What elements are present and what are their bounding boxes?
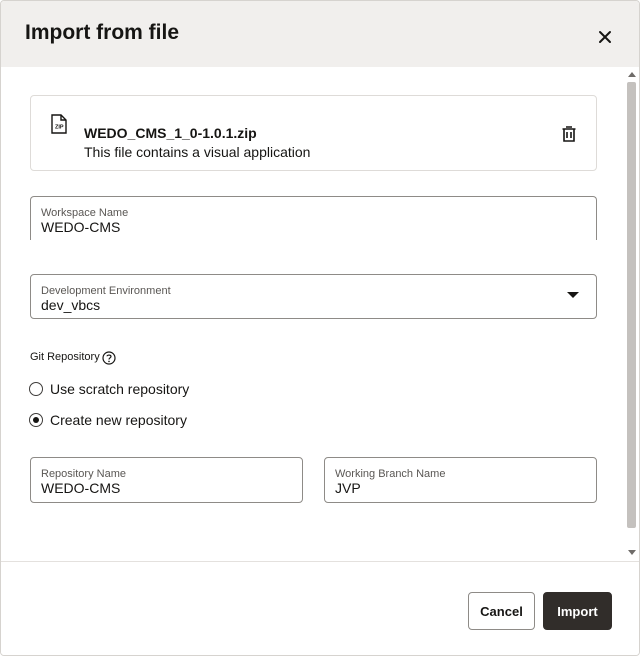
development-environment-select[interactable]: Development Environment dev_vbcs (30, 274, 597, 319)
close-button[interactable] (591, 23, 619, 51)
scroll-up-arrow[interactable] (628, 72, 636, 77)
git-repository-label: Git Repository (30, 351, 100, 363)
repository-name-input[interactable]: WEDO-CMS (41, 480, 120, 496)
workspace-name-field[interactable]: Workspace Name WEDO-CMS (30, 196, 597, 240)
file-description: This file contains a visual application (84, 144, 311, 160)
dialog-header: Import from file (1, 1, 639, 67)
radio-button-selected[interactable] (29, 413, 43, 427)
radio-selected-dot (33, 417, 39, 423)
radio-use-scratch-repository[interactable]: Use scratch repository (29, 381, 189, 397)
workspace-name-input[interactable]: WEDO-CMS (41, 219, 120, 235)
radio-label-use-scratch: Use scratch repository (50, 381, 190, 397)
chevron-down-icon[interactable] (567, 292, 579, 298)
help-icon[interactable] (102, 351, 116, 365)
scroll-down-arrow[interactable] (628, 550, 636, 555)
scroll-thumb[interactable] (627, 82, 636, 528)
file-card: ZIP WEDO_CMS_1_0-1.0.1.zip This file con… (30, 95, 597, 171)
radio-label-create-new: Create new repository (50, 412, 187, 428)
radio-button[interactable] (29, 382, 43, 396)
close-icon (599, 31, 611, 43)
dialog-title: Import from file (25, 21, 180, 44)
file-name: WEDO_CMS_1_0-1.0.1.zip (84, 125, 257, 141)
dialog-footer: Cancel Import (1, 561, 639, 655)
cancel-button[interactable]: Cancel (468, 592, 535, 630)
zip-icon-label: ZIP (55, 125, 64, 131)
import-button[interactable]: Import (543, 592, 612, 630)
import-dialog: Import from file ZIP WEDO_CMS_1_0-1.0.1.… (0, 0, 640, 656)
vertical-scrollbar[interactable] (625, 67, 639, 561)
zip-file-icon: ZIP (51, 114, 67, 134)
development-environment-value: dev_vbcs (41, 297, 101, 313)
development-environment-label: Development Environment (41, 285, 171, 297)
delete-file-button[interactable] (557, 122, 581, 146)
working-branch-name-input[interactable]: JVP (335, 480, 361, 496)
working-branch-name-field[interactable]: Working Branch Name JVP (324, 457, 597, 503)
working-branch-name-label: Working Branch Name (335, 468, 446, 480)
trash-icon (562, 126, 576, 142)
repository-name-field[interactable]: Repository Name WEDO-CMS (30, 457, 303, 503)
repository-name-label: Repository Name (41, 468, 126, 480)
workspace-name-label: Workspace Name (41, 207, 129, 219)
radio-create-new-repository[interactable]: Create new repository (29, 412, 187, 428)
